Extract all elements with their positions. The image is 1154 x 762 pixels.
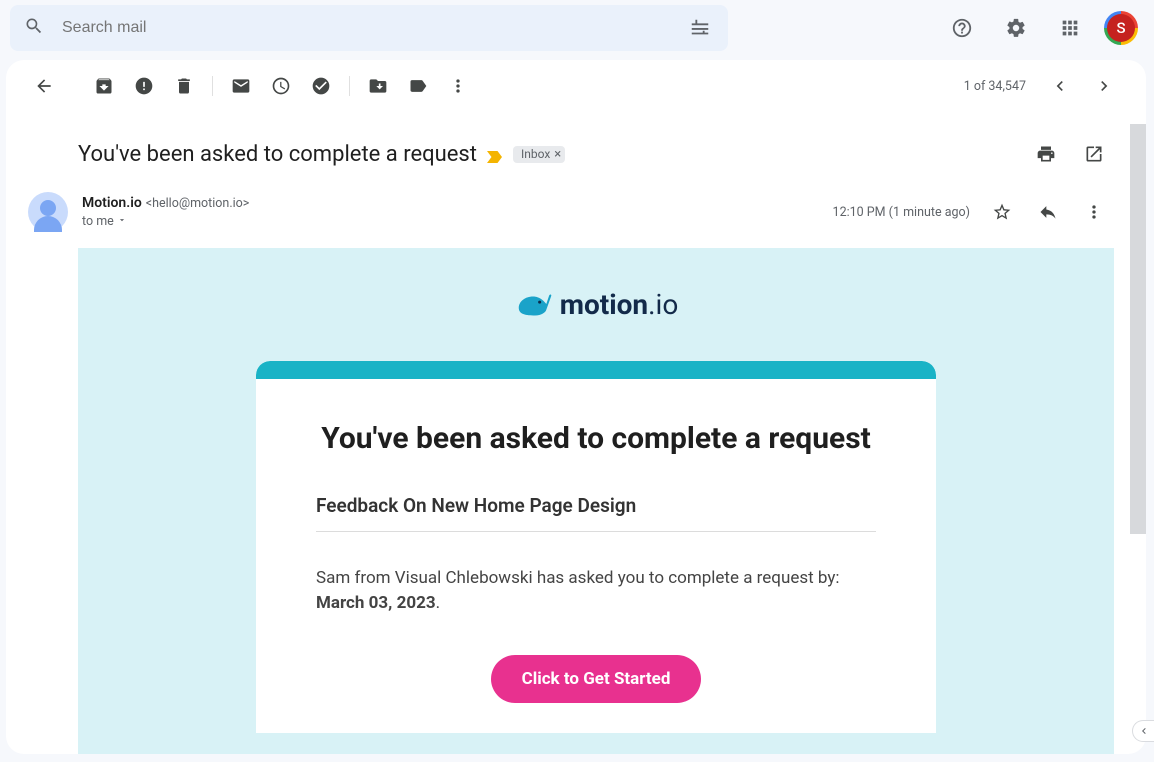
star-button[interactable] (982, 192, 1022, 232)
email-subject: You've been asked to complete a request (78, 142, 477, 167)
scrollbar[interactable] (1130, 124, 1146, 534)
search-bar[interactable] (10, 5, 728, 51)
labels-button[interactable] (398, 66, 438, 106)
open-new-window-button[interactable] (1074, 134, 1114, 174)
back-button[interactable] (24, 66, 64, 106)
logo-main: motion (560, 288, 648, 321)
motion-logo: motion.io (78, 288, 1114, 321)
avatar-letter: S (1107, 14, 1135, 42)
email-body: motion.io You've been asked to complete … (78, 248, 1114, 754)
recipient-line: to me (82, 214, 114, 229)
support-icon[interactable] (942, 8, 982, 48)
sender-name: Motion.io (82, 195, 142, 211)
snooze-button[interactable] (261, 66, 301, 106)
email-body-text: Sam from Visual Chlebowski has asked you… (316, 566, 876, 617)
search-icon (24, 16, 44, 40)
apps-icon[interactable] (1050, 8, 1090, 48)
delete-button[interactable] (164, 66, 204, 106)
email-card: You've been asked to complete a request … (256, 361, 936, 733)
side-panel-toggle[interactable] (1132, 720, 1154, 742)
inbox-chip[interactable]: Inbox × (513, 146, 565, 163)
card-accent (256, 361, 936, 379)
account-avatar[interactable]: S (1104, 11, 1138, 45)
more-button[interactable] (438, 66, 478, 106)
rabbit-icon (514, 290, 552, 320)
pager-prev-button[interactable] (1040, 66, 1080, 106)
move-to-button[interactable] (358, 66, 398, 106)
spam-button[interactable] (124, 66, 164, 106)
pager-next-button[interactable] (1084, 66, 1124, 106)
settings-icon[interactable] (996, 8, 1036, 48)
separator (349, 76, 350, 96)
email-subtitle: Feedback On New Home Page Design (316, 494, 876, 532)
pager-position: 1 of 34,547 (964, 79, 1026, 94)
cta-button[interactable]: Click to Get Started (491, 655, 701, 703)
sender-avatar[interactable] (28, 192, 68, 232)
important-marker-icon[interactable] (487, 148, 503, 160)
add-task-button[interactable] (301, 66, 341, 106)
sender-email: <hello@motion.io> (146, 196, 250, 211)
expand-recipients-icon[interactable] (117, 214, 127, 229)
print-button[interactable] (1026, 134, 1066, 174)
separator (212, 76, 213, 96)
search-input[interactable] (62, 19, 686, 37)
logo-suffix: .io (648, 288, 678, 321)
archive-button[interactable] (84, 66, 124, 106)
email-timestamp: 12:10 PM (1 minute ago) (833, 205, 970, 220)
mark-unread-button[interactable] (221, 66, 261, 106)
inbox-chip-label: Inbox (521, 147, 550, 161)
message-more-button[interactable] (1074, 192, 1114, 232)
reply-button[interactable] (1028, 192, 1068, 232)
email-headline: You've been asked to complete a request (316, 419, 876, 460)
close-icon[interactable]: × (554, 147, 561, 162)
search-options-icon[interactable] (686, 8, 714, 48)
